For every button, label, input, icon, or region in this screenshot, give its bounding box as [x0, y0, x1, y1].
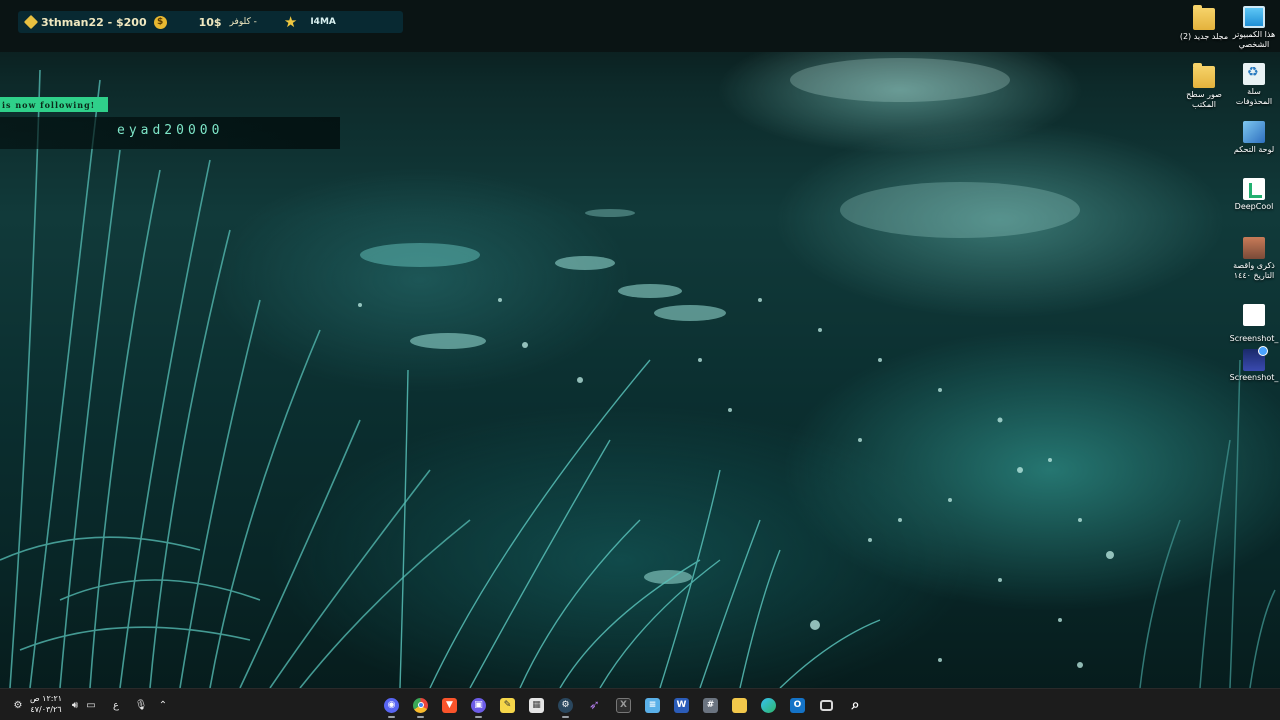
- feather-icon: ➶: [589, 697, 600, 713]
- stream-overlay-bar: 3thman22 - $200 $ 10$ كلوفر - ★ I4MA: [18, 11, 403, 33]
- folder-icon: [1193, 5, 1215, 30]
- taskbar-app-file-explorer[interactable]: [725, 692, 754, 718]
- taskbar-app-notepad[interactable]: ≡: [638, 692, 667, 718]
- desktop-icon-label: Screenshot_: [1229, 373, 1279, 382]
- latest-follower: I4MA: [310, 17, 336, 27]
- follow-alert-username: eyad20000: [117, 123, 224, 138]
- desktop-icon-screenshot-2[interactable]: Screenshot_: [1227, 346, 1280, 383]
- taskbar-app-steam[interactable]: ⚙: [551, 692, 580, 718]
- desktop-icon-label: ذكرى واقصة التاريخ ١٤٤٠: [1233, 261, 1275, 280]
- volume-icon[interactable]: 🔊︎: [68, 698, 82, 712]
- taskbar-app-store[interactable]: ▦: [522, 692, 551, 718]
- desktop-icon-new-folder[interactable]: (2) مجلد جديد: [1177, 5, 1231, 42]
- screenshot-icon: [1243, 346, 1268, 371]
- folder-icon: [1193, 63, 1215, 88]
- taskbar-app-notes[interactable]: ✎: [493, 692, 522, 718]
- wallpaper-background: [0, 0, 1280, 688]
- show-hidden-icons-chevron-icon[interactable]: ⌃: [156, 698, 170, 712]
- donation-user: 3thman22 - $200: [41, 15, 147, 29]
- dollar-coin-icon: $: [153, 15, 167, 29]
- control-panel-icon: [1243, 121, 1265, 143]
- donation-currency: كلوفر -: [229, 17, 257, 27]
- clock-time: ١٢:٢١ ص: [29, 694, 63, 703]
- taskbar-app-excel[interactable]: X: [609, 692, 638, 718]
- desktop-icon-label: هذا الكمبيوتر الشخصي: [1232, 30, 1276, 49]
- taskbar-app-discord[interactable]: ◉: [377, 692, 406, 718]
- taskbar-task-view[interactable]: [812, 692, 841, 718]
- chrome-icon: [413, 697, 428, 713]
- store-icon: ▦: [529, 697, 544, 713]
- desktop-icon-recycle-bin[interactable]: سلة المحذوفات: [1227, 63, 1280, 107]
- taskbar-app-feather[interactable]: ➶: [580, 692, 609, 718]
- taskbar-apps: ◉ ▼ ▣ ✎ ▦ ⚙ ➶ X ≡ W # O ⌕: [377, 692, 899, 718]
- photo-icon: [1243, 237, 1265, 259]
- desktop-icon-photo[interactable]: ذكرى واقصة التاريخ ١٤٤٠: [1227, 237, 1280, 281]
- outlook-icon: O: [790, 697, 805, 713]
- sticky-notes-icon: ✎: [500, 697, 515, 713]
- taskbar-app-chrome[interactable]: [406, 692, 435, 718]
- task-view-icon: [820, 699, 833, 711]
- screenshot-icon: [1243, 304, 1265, 326]
- desktop-icon-label: (2) مجلد جديد: [1179, 32, 1229, 41]
- desktop-icon-label: Screenshot_: [1229, 334, 1279, 343]
- search-icon: ⌕: [851, 697, 860, 713]
- taskbar-search[interactable]: ⌕: [841, 692, 870, 718]
- network-icon[interactable]: ▭: [84, 698, 98, 712]
- taskbar-app-word[interactable]: W: [667, 692, 696, 718]
- taskbar-app-edge[interactable]: [754, 692, 783, 718]
- this-pc-icon: [1243, 6, 1265, 28]
- desktop-icon-control-panel[interactable]: لوحة التحكم: [1227, 121, 1280, 155]
- twitch-icon: ▣: [471, 697, 486, 713]
- deepcool-icon: [1243, 178, 1265, 200]
- desktop-icon-deepcool[interactable]: DeepCool: [1227, 178, 1280, 212]
- notification-settings-icon[interactable]: ⚙: [11, 698, 25, 712]
- clock-date: ٤٧/٠٣/٢٦: [30, 705, 62, 714]
- desktop-icon-desktop-photos[interactable]: صور سطح المكتب: [1177, 63, 1231, 110]
- desktop-icon-screenshot-1[interactable]: Screenshot_: [1227, 296, 1280, 344]
- recycle-bin-icon: [1243, 63, 1265, 85]
- steam-icon: ⚙: [558, 697, 573, 713]
- notepad-icon: ≡: [645, 697, 660, 713]
- word-icon: W: [674, 697, 689, 713]
- brave-icon: ▼: [442, 697, 457, 713]
- donation-amount: 10$: [198, 15, 222, 29]
- desktop-icon-this-pc[interactable]: هذا الكمبيوتر الشخصي: [1227, 6, 1280, 50]
- taskbar: ⚙ ١٢:٢١ ص ٤٧/٠٣/٢٦ 🔊︎ ▭ ع 🎙︎ ⌃ ◉ ▼ ▣ ✎ ▦…: [0, 688, 1280, 720]
- taskbar-app-outlook[interactable]: O: [783, 692, 812, 718]
- taskbar-start-button[interactable]: [870, 692, 899, 718]
- input-language-indicator[interactable]: ع: [109, 698, 123, 712]
- follow-alert-banner: is now following!: [0, 97, 108, 112]
- microphone-icon[interactable]: 🎙︎: [134, 698, 148, 712]
- desktop-icon-label: سلة المحذوفات: [1235, 87, 1273, 106]
- star-icon: ★: [283, 12, 298, 31]
- file-explorer-icon: [732, 697, 747, 713]
- excel-icon: X: [616, 697, 631, 713]
- windows-start-icon: [877, 698, 892, 713]
- taskbar-app-brave[interactable]: ▼: [435, 692, 464, 718]
- desktop-icon-label: صور سطح المكتب: [1186, 90, 1222, 109]
- edge-icon: [761, 697, 776, 713]
- taskbar-app-twitch[interactable]: ▣: [464, 692, 493, 718]
- desktop-icon-label: لوحة التحكم: [1233, 145, 1275, 154]
- calculator-icon: #: [703, 697, 718, 713]
- taskbar-app-calculator[interactable]: #: [696, 692, 725, 718]
- system-clock[interactable]: ١٢:٢١ ص ٤٧/٠٣/٢٦: [28, 693, 64, 715]
- desktop-icon-label: DeepCool: [1234, 202, 1274, 211]
- discord-icon: ◉: [384, 697, 399, 713]
- diamond-icon: [23, 14, 39, 30]
